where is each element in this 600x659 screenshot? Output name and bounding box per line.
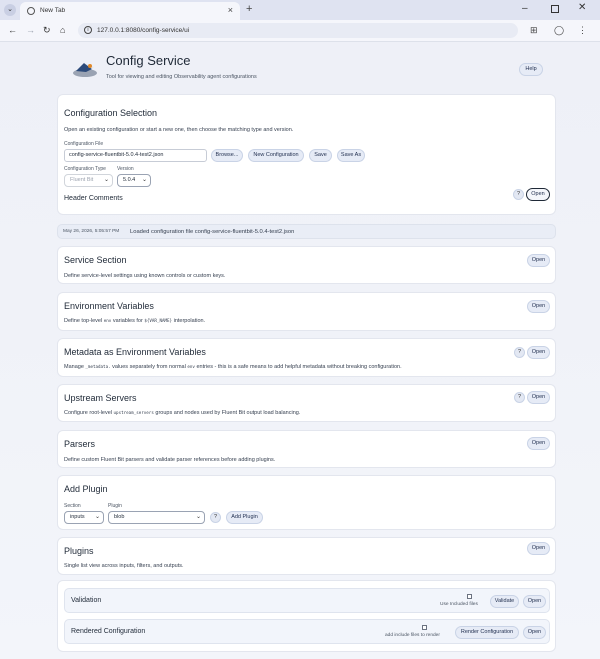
header-comments-label: Header Comments — [64, 195, 123, 202]
upstream-servers-title: Upstream Servers — [64, 393, 137, 403]
include-files-render-label: add include files to render — [385, 633, 440, 638]
metadata-env-vars-card: Metadata as Environment Variables Manage… — [57, 338, 556, 377]
env-vars-open-button[interactable]: Open — [527, 300, 550, 313]
configuration-selection-card: Configuration Selection Open an existing… — [57, 94, 556, 215]
metadata-env-vars-title: Metadata as Environment Variables — [64, 347, 206, 357]
new-configuration-button[interactable]: New Configuration — [248, 149, 304, 162]
validation-render-card: Validation Use Included files Validate O… — [57, 580, 556, 652]
env-vars-description: Define top-level env variables for ${VAR… — [64, 318, 206, 324]
plugin-value: blob — [114, 514, 125, 520]
parsers-open-button[interactable]: Open — [527, 437, 550, 450]
section-label: Section — [64, 503, 81, 509]
rendered-configuration-panel: Rendered Configuration add include files… — [64, 619, 550, 644]
service-section-card: Service Section Define service-level set… — [57, 246, 556, 284]
forward-arrow-icon[interactable]: → — [26, 25, 35, 36]
use-included-files-label: Use Included files — [440, 602, 478, 607]
env-vars-title: Environment Variables — [64, 301, 154, 311]
browser-tab[interactable]: New Tab × — [20, 2, 240, 20]
use-included-files-checkbox[interactable] — [467, 594, 472, 599]
menu-dots-icon[interactable]: ⋮ — [578, 25, 587, 36]
upstream-help-icon[interactable]: ? — [514, 392, 525, 403]
window-minimize-icon[interactable]: – — [522, 3, 528, 14]
window-maximize-icon[interactable] — [551, 5, 559, 13]
browser-tab-bar: ⌄ New Tab × + – ✕ — [0, 0, 600, 20]
header-comments-help-icon[interactable]: ? — [513, 189, 524, 200]
extensions-icon[interactable]: ⊞ — [530, 25, 538, 36]
parsers-title: Parsers — [64, 439, 96, 449]
add-plugin-button[interactable]: Add Plugin — [226, 511, 263, 524]
url-text[interactable]: 127.0.0.1:8080/config-service/ui — [97, 27, 189, 34]
save-button[interactable]: Save — [309, 149, 332, 162]
service-section-description: Define service-level settings using know… — [64, 273, 226, 279]
new-tab-plus-icon[interactable]: + — [246, 3, 252, 15]
address-bar[interactable]: i 127.0.0.1:8080/config-service/ui — [78, 23, 518, 38]
help-button[interactable]: Help — [519, 63, 543, 76]
status-message: Loaded configuration file config-service… — [130, 228, 295, 235]
plugin-select[interactable]: blob ⌄ — [108, 511, 205, 524]
upstream-servers-description: Configure root-level upstream_servers gr… — [64, 410, 301, 416]
config-selection-description: Open an existing configuration or start … — [64, 127, 294, 133]
upstream-open-button[interactable]: Open — [527, 391, 550, 404]
chevron-down-icon: ⌄ — [103, 177, 109, 183]
profile-icon[interactable]: ◯ — [554, 25, 564, 36]
browse-button[interactable]: Browse... — [211, 149, 243, 162]
config-type-label: Configuration Type — [64, 166, 106, 172]
plugins-card: Plugins Single list view across inputs, … — [57, 537, 556, 575]
status-timestamp: May 26, 2026, 5:05:57 PM — [63, 229, 120, 234]
reload-icon[interactable]: ↻ — [43, 25, 51, 36]
render-configuration-button[interactable]: Render Configuration — [455, 626, 519, 639]
back-arrow-icon[interactable]: ← — [8, 25, 17, 36]
metadata-env-vars-description: Manage _metadata. values separately from… — [64, 364, 402, 370]
validation-title: Validation — [71, 597, 102, 604]
config-file-input[interactable]: config-service-fluentbit-5.0.4-test2.jso… — [64, 149, 207, 162]
metadata-help-icon[interactable]: ? — [514, 347, 525, 358]
service-section-title: Service Section — [64, 255, 127, 265]
plugins-description: Single list view across inputs, filters,… — [64, 563, 184, 569]
environment-variables-card: Environment Variables Define top-level e… — [57, 292, 556, 331]
site-info-icon[interactable]: i — [84, 26, 92, 34]
parsers-description: Define custom Fluent Bit parsers and val… — [64, 457, 276, 463]
app-logo-icon — [73, 63, 97, 77]
include-files-render-checkbox[interactable] — [422, 625, 427, 630]
config-type-select[interactable]: Fluent Bit ⌄ — [64, 174, 113, 187]
add-plugin-card: Add Plugin Section inputs ⌄ Plugin blob … — [57, 475, 556, 530]
chevron-down-icon: ⌄ — [94, 514, 100, 520]
plugin-label: Plugin — [108, 503, 122, 509]
validate-button[interactable]: Validate — [490, 595, 519, 608]
chrome-favicon-icon — [27, 7, 35, 15]
window-close-icon[interactable]: ✕ — [578, 2, 586, 13]
config-type-value: Fluent Bit — [70, 177, 94, 183]
rendered-open-button[interactable]: Open — [523, 626, 546, 639]
plugins-open-button[interactable]: Open — [527, 542, 550, 555]
config-file-label: Configuration File — [64, 141, 104, 147]
version-label: Version — [117, 166, 134, 172]
app-title: Config Service — [106, 53, 191, 68]
section-value: inputs — [70, 514, 85, 520]
tab-title: New Tab — [40, 7, 66, 14]
config-selection-title: Configuration Selection — [64, 108, 158, 118]
tab-list-chevron-icon[interactable]: ⌄ — [4, 4, 16, 16]
version-select[interactable]: 5.0.4 ⌄ — [117, 174, 151, 187]
save-as-button[interactable]: Save As — [337, 149, 365, 162]
metadata-open-button[interactable]: Open — [527, 346, 550, 359]
upstream-servers-card: Upstream Servers Configure root-level up… — [57, 384, 556, 422]
browser-toolbar: ← → ↻ ⌂ i 127.0.0.1:8080/config-service/… — [0, 20, 600, 42]
service-section-open-button[interactable]: Open — [527, 254, 550, 267]
header-comments-open-button[interactable]: Open — [526, 188, 550, 201]
home-icon[interactable]: ⌂ — [60, 25, 65, 36]
chevron-down-icon: ⌄ — [195, 514, 201, 520]
parsers-card: Parsers Define custom Fluent Bit parsers… — [57, 430, 556, 468]
validation-open-button[interactable]: Open — [523, 595, 546, 608]
add-plugin-help-icon[interactable]: ? — [210, 512, 221, 523]
section-select[interactable]: inputs ⌄ — [64, 511, 104, 524]
status-bar: May 26, 2026, 5:05:57 PM Loaded configur… — [57, 224, 556, 239]
rendered-configuration-title: Rendered Configuration — [71, 628, 146, 635]
validation-panel: Validation Use Included files Validate O… — [64, 588, 550, 613]
tab-close-icon[interactable]: × — [228, 5, 233, 15]
add-plugin-title: Add Plugin — [64, 484, 108, 494]
chevron-down-icon: ⌄ — [141, 177, 147, 183]
version-value: 5.0.4 — [123, 177, 136, 183]
plugins-title: Plugins — [64, 546, 94, 556]
app-subtitle: Tool for viewing and editing Observabili… — [106, 74, 257, 80]
